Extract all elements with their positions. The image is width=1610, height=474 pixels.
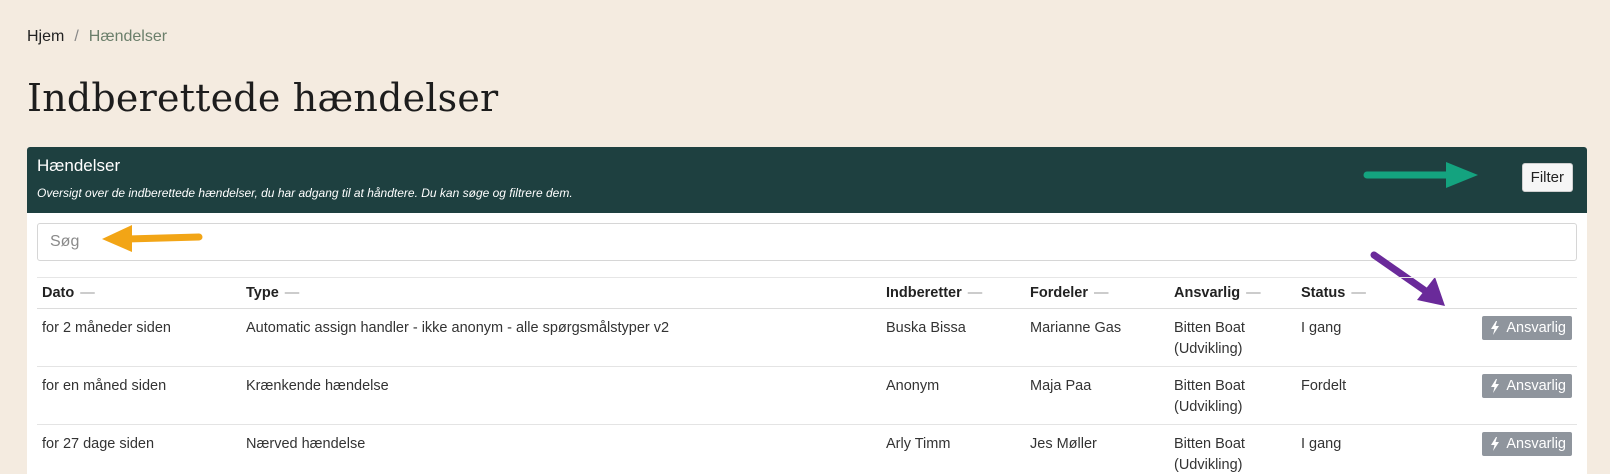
- filter-button[interactable]: Filter: [1521, 163, 1573, 192]
- assign-responsible-button[interactable]: Ansvarlig: [1482, 432, 1572, 456]
- column-header-dato[interactable]: Dato —: [37, 278, 241, 309]
- search-box: [37, 223, 1577, 261]
- sort-indicator: —: [1351, 285, 1366, 301]
- sort-indicator: —: [80, 285, 95, 301]
- sort-indicator: —: [1094, 285, 1109, 301]
- cell-type: Automatic assign handler - ikke anonym -…: [246, 320, 670, 336]
- cell-action: Ansvarlig: [1406, 309, 1577, 367]
- cell-ansvarlig: Bitten Boat (Udvikling): [1174, 436, 1245, 473]
- cell-status: Fordelt: [1301, 378, 1347, 394]
- column-header-indberetter[interactable]: Indberetter —: [881, 278, 1025, 309]
- cell-dato: for 27 dage siden: [42, 436, 155, 452]
- incidents-table: Dato — Type — Indberetter — Fordeler — Ansva…: [37, 277, 1577, 474]
- cell-action: Ansvarlig: [1406, 367, 1577, 425]
- cell-indberetter: Anonym: [886, 378, 940, 394]
- column-header-ansvarlig[interactable]: Ansvarlig —: [1169, 278, 1296, 309]
- cell-dato: for en måned siden: [42, 378, 167, 394]
- cell-ansvarlig: Bitten Boat (Udvikling): [1174, 320, 1245, 357]
- cell-type: Krænkende hændelse: [246, 378, 389, 394]
- breadcrumb-separator: /: [74, 28, 79, 45]
- cell-dato: for 2 måneder siden: [42, 320, 171, 336]
- sort-indicator: —: [1246, 285, 1261, 301]
- page-title: Indberettede hændelser: [27, 76, 499, 120]
- card-header: Hændelser Oversigt over de indberettede …: [27, 147, 1587, 213]
- table-row[interactable]: for en måned siden Krænkende hændelse An…: [37, 367, 1577, 425]
- assign-responsible-button[interactable]: Ansvarlig: [1482, 374, 1572, 398]
- column-header-actions: [1406, 278, 1577, 309]
- incidents-card: Hændelser Oversigt over de indberettede …: [27, 147, 1587, 474]
- annotation-arrow-orange: [102, 225, 203, 252]
- annotation-arrow-green: [1363, 162, 1478, 188]
- breadcrumb: Hjem / Hændelser: [27, 28, 167, 46]
- column-header-fordeler[interactable]: Fordeler —: [1025, 278, 1169, 309]
- cell-status: I gang: [1301, 436, 1342, 452]
- sort-indicator: —: [284, 285, 300, 301]
- cell-ansvarlig: Bitten Boat (Udvikling): [1174, 378, 1245, 415]
- card-title: Hændelser: [37, 156, 121, 175]
- card-subtitle: Oversigt over de indberettede hændelser,…: [37, 186, 573, 200]
- cell-indberetter: Arly Timm: [886, 436, 951, 452]
- cell-fordeler: Jes Møller: [1030, 436, 1097, 452]
- assign-responsible-button[interactable]: Ansvarlig: [1482, 316, 1572, 340]
- table-row[interactable]: for 2 måneder siden Automatic assign han…: [37, 309, 1577, 367]
- column-header-type[interactable]: Type —: [241, 278, 881, 309]
- column-header-status[interactable]: Status —: [1296, 278, 1406, 309]
- breadcrumb-current: Hændelser: [88, 28, 168, 45]
- bolt-icon: [1491, 321, 1500, 335]
- table-header-row: Dato — Type — Indberetter — Fordeler — Ansva…: [37, 277, 1577, 309]
- cell-indberetter: Buska Bissa: [886, 320, 966, 336]
- table-row[interactable]: for 27 dage siden Nærved hændelse Arly T…: [37, 425, 1577, 474]
- cell-fordeler: Marianne Gas: [1030, 320, 1122, 336]
- bolt-icon: [1491, 437, 1500, 451]
- cell-fordeler: Maja Paa: [1030, 378, 1092, 394]
- cell-action: Ansvarlig: [1406, 425, 1577, 474]
- sort-indicator: —: [967, 285, 983, 301]
- search-input[interactable]: [38, 224, 1576, 260]
- cell-status: I gang: [1301, 320, 1342, 336]
- breadcrumb-home-link[interactable]: Hjem: [27, 28, 64, 46]
- cell-type: Nærved hændelse: [246, 436, 366, 452]
- bolt-icon: [1491, 379, 1500, 393]
